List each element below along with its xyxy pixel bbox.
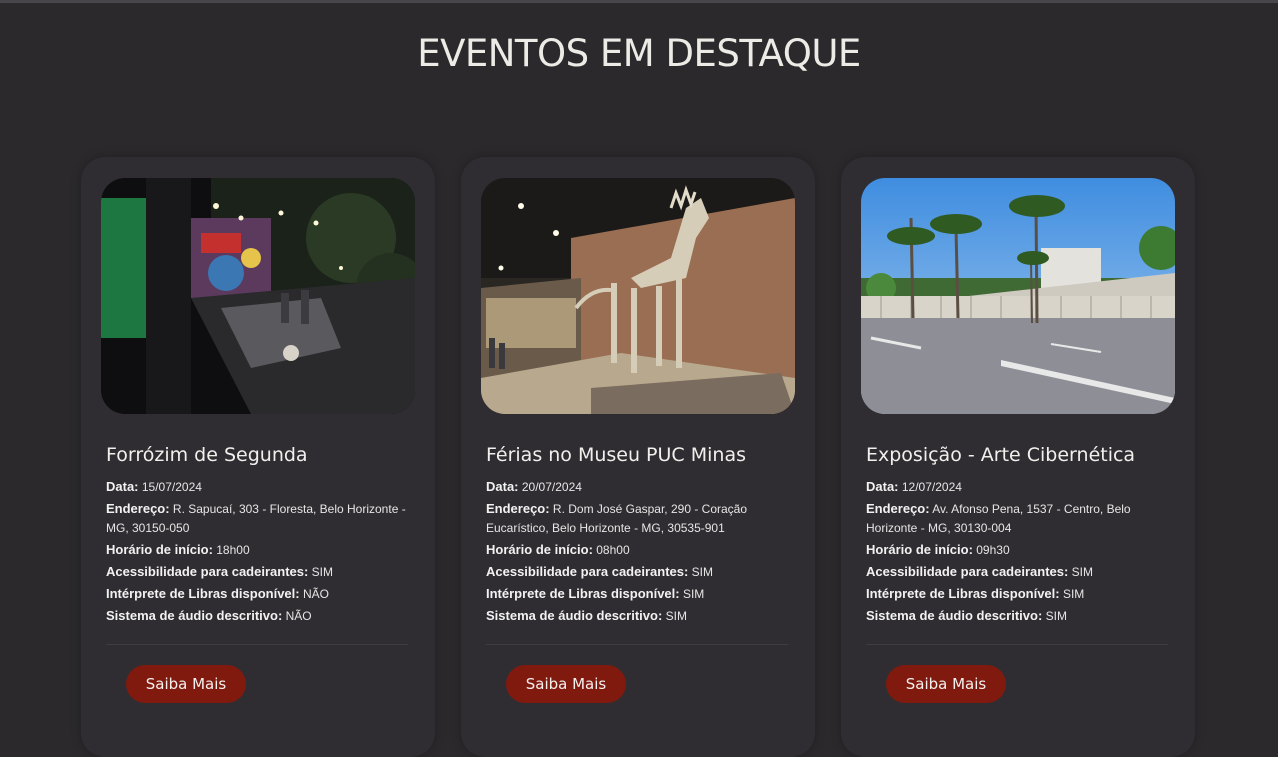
detail-date: Data: 12/07/2024 xyxy=(866,477,1181,497)
detail-address: Endereço: R. Dom José Gaspar, 290 - Cora… xyxy=(486,499,801,538)
detail-start-time: Horário de início: 18h00 xyxy=(106,540,421,560)
page-title: EVENTOS EM DESTAQUE xyxy=(417,32,861,75)
wheelchair-value: SIM xyxy=(311,565,333,579)
saiba-mais-button[interactable]: Saiba Mais xyxy=(886,665,1006,703)
card-divider xyxy=(486,644,788,645)
top-border xyxy=(0,0,1278,3)
date-label: Data: xyxy=(866,479,899,494)
date-value: 20/07/2024 xyxy=(521,480,582,494)
detail-audio: Sistema de áudio descritivo: SIM xyxy=(486,606,801,626)
libras-label: Intérprete de Libras disponível: xyxy=(866,586,1060,601)
detail-libras: Intérprete de Libras disponível: SIM xyxy=(486,584,801,604)
event-card: Férias no Museu PUC Minas Data: 20/07/20… xyxy=(461,157,815,757)
wheelchair-label: Acessibilidade para cadeirantes: xyxy=(486,564,689,579)
detail-date: Data: 20/07/2024 xyxy=(486,477,801,497)
event-image xyxy=(481,178,795,414)
wheelchair-label: Acessibilidade para cadeirantes: xyxy=(106,564,309,579)
address-label: Endereço: xyxy=(486,501,550,516)
card-divider xyxy=(866,644,1168,645)
detail-address: Endereço: R. Sapucaí, 303 - Floresta, Be… xyxy=(106,499,421,538)
event-title: Exposição - Arte Cibernética xyxy=(866,444,1136,466)
libras-value: NÃO xyxy=(302,587,329,601)
start-time-value: 08h00 xyxy=(596,543,630,557)
event-title: Forrózim de Segunda xyxy=(106,444,308,466)
event-card: Forrózim de Segunda Data: 15/07/2024 End… xyxy=(81,157,435,757)
event-title: Férias no Museu PUC Minas xyxy=(486,444,746,466)
saiba-mais-button[interactable]: Saiba Mais xyxy=(126,665,246,703)
event-details: Data: 20/07/2024 Endereço: R. Dom José G… xyxy=(486,477,801,628)
detail-audio: Sistema de áudio descritivo: SIM xyxy=(866,606,1181,626)
start-time-value: 18h00 xyxy=(216,543,250,557)
address-label: Endereço: xyxy=(866,501,930,516)
address-label: Endereço: xyxy=(106,501,170,516)
audio-value: SIM xyxy=(1045,609,1067,623)
detail-date: Data: 15/07/2024 xyxy=(106,477,421,497)
date-value: 15/07/2024 xyxy=(141,480,202,494)
wheelchair-value: SIM xyxy=(691,565,713,579)
start-time-label: Horário de início: xyxy=(106,542,213,557)
date-label: Data: xyxy=(106,479,139,494)
libras-value: SIM xyxy=(682,587,705,601)
detail-libras: Intérprete de Libras disponível: NÃO xyxy=(106,584,421,604)
event-image xyxy=(101,178,415,414)
date-label: Data: xyxy=(486,479,519,494)
libras-value: SIM xyxy=(1062,587,1085,601)
detail-wheelchair: Acessibilidade para cadeirantes: SIM xyxy=(106,562,421,582)
card-divider xyxy=(106,644,408,645)
libras-label: Intérprete de Libras disponível: xyxy=(486,586,680,601)
start-time-label: Horário de início: xyxy=(866,542,973,557)
audio-label: Sistema de áudio descritivo: xyxy=(486,608,663,623)
date-value: 12/07/2024 xyxy=(901,480,962,494)
audio-label: Sistema de áudio descritivo: xyxy=(106,608,283,623)
detail-start-time: Horário de início: 09h30 xyxy=(866,540,1181,560)
audio-value: SIM xyxy=(665,609,687,623)
audio-value: NÃO xyxy=(285,609,312,623)
detail-start-time: Horário de início: 08h00 xyxy=(486,540,801,560)
event-image xyxy=(861,178,1175,414)
detail-libras: Intérprete de Libras disponível: SIM xyxy=(866,584,1181,604)
detail-wheelchair: Acessibilidade para cadeirantes: SIM xyxy=(866,562,1181,582)
start-time-value: 09h30 xyxy=(976,543,1010,557)
detail-audio: Sistema de áudio descritivo: NÃO xyxy=(106,606,421,626)
wheelchair-value: SIM xyxy=(1071,565,1093,579)
saiba-mais-button[interactable]: Saiba Mais xyxy=(506,665,626,703)
event-details: Data: 15/07/2024 Endereço: R. Sapucaí, 3… xyxy=(106,477,421,628)
audio-label: Sistema de áudio descritivo: xyxy=(866,608,1043,623)
wheelchair-label: Acessibilidade para cadeirantes: xyxy=(866,564,1069,579)
event-details: Data: 12/07/2024 Endereço: Av. Afonso Pe… xyxy=(866,477,1181,628)
start-time-label: Horário de início: xyxy=(486,542,593,557)
detail-address: Endereço: Av. Afonso Pena, 1537 - Centro… xyxy=(866,499,1181,538)
event-card: Exposição - Arte Cibernética Data: 12/07… xyxy=(841,157,1195,757)
libras-label: Intérprete de Libras disponível: xyxy=(106,586,300,601)
detail-wheelchair: Acessibilidade para cadeirantes: SIM xyxy=(486,562,801,582)
